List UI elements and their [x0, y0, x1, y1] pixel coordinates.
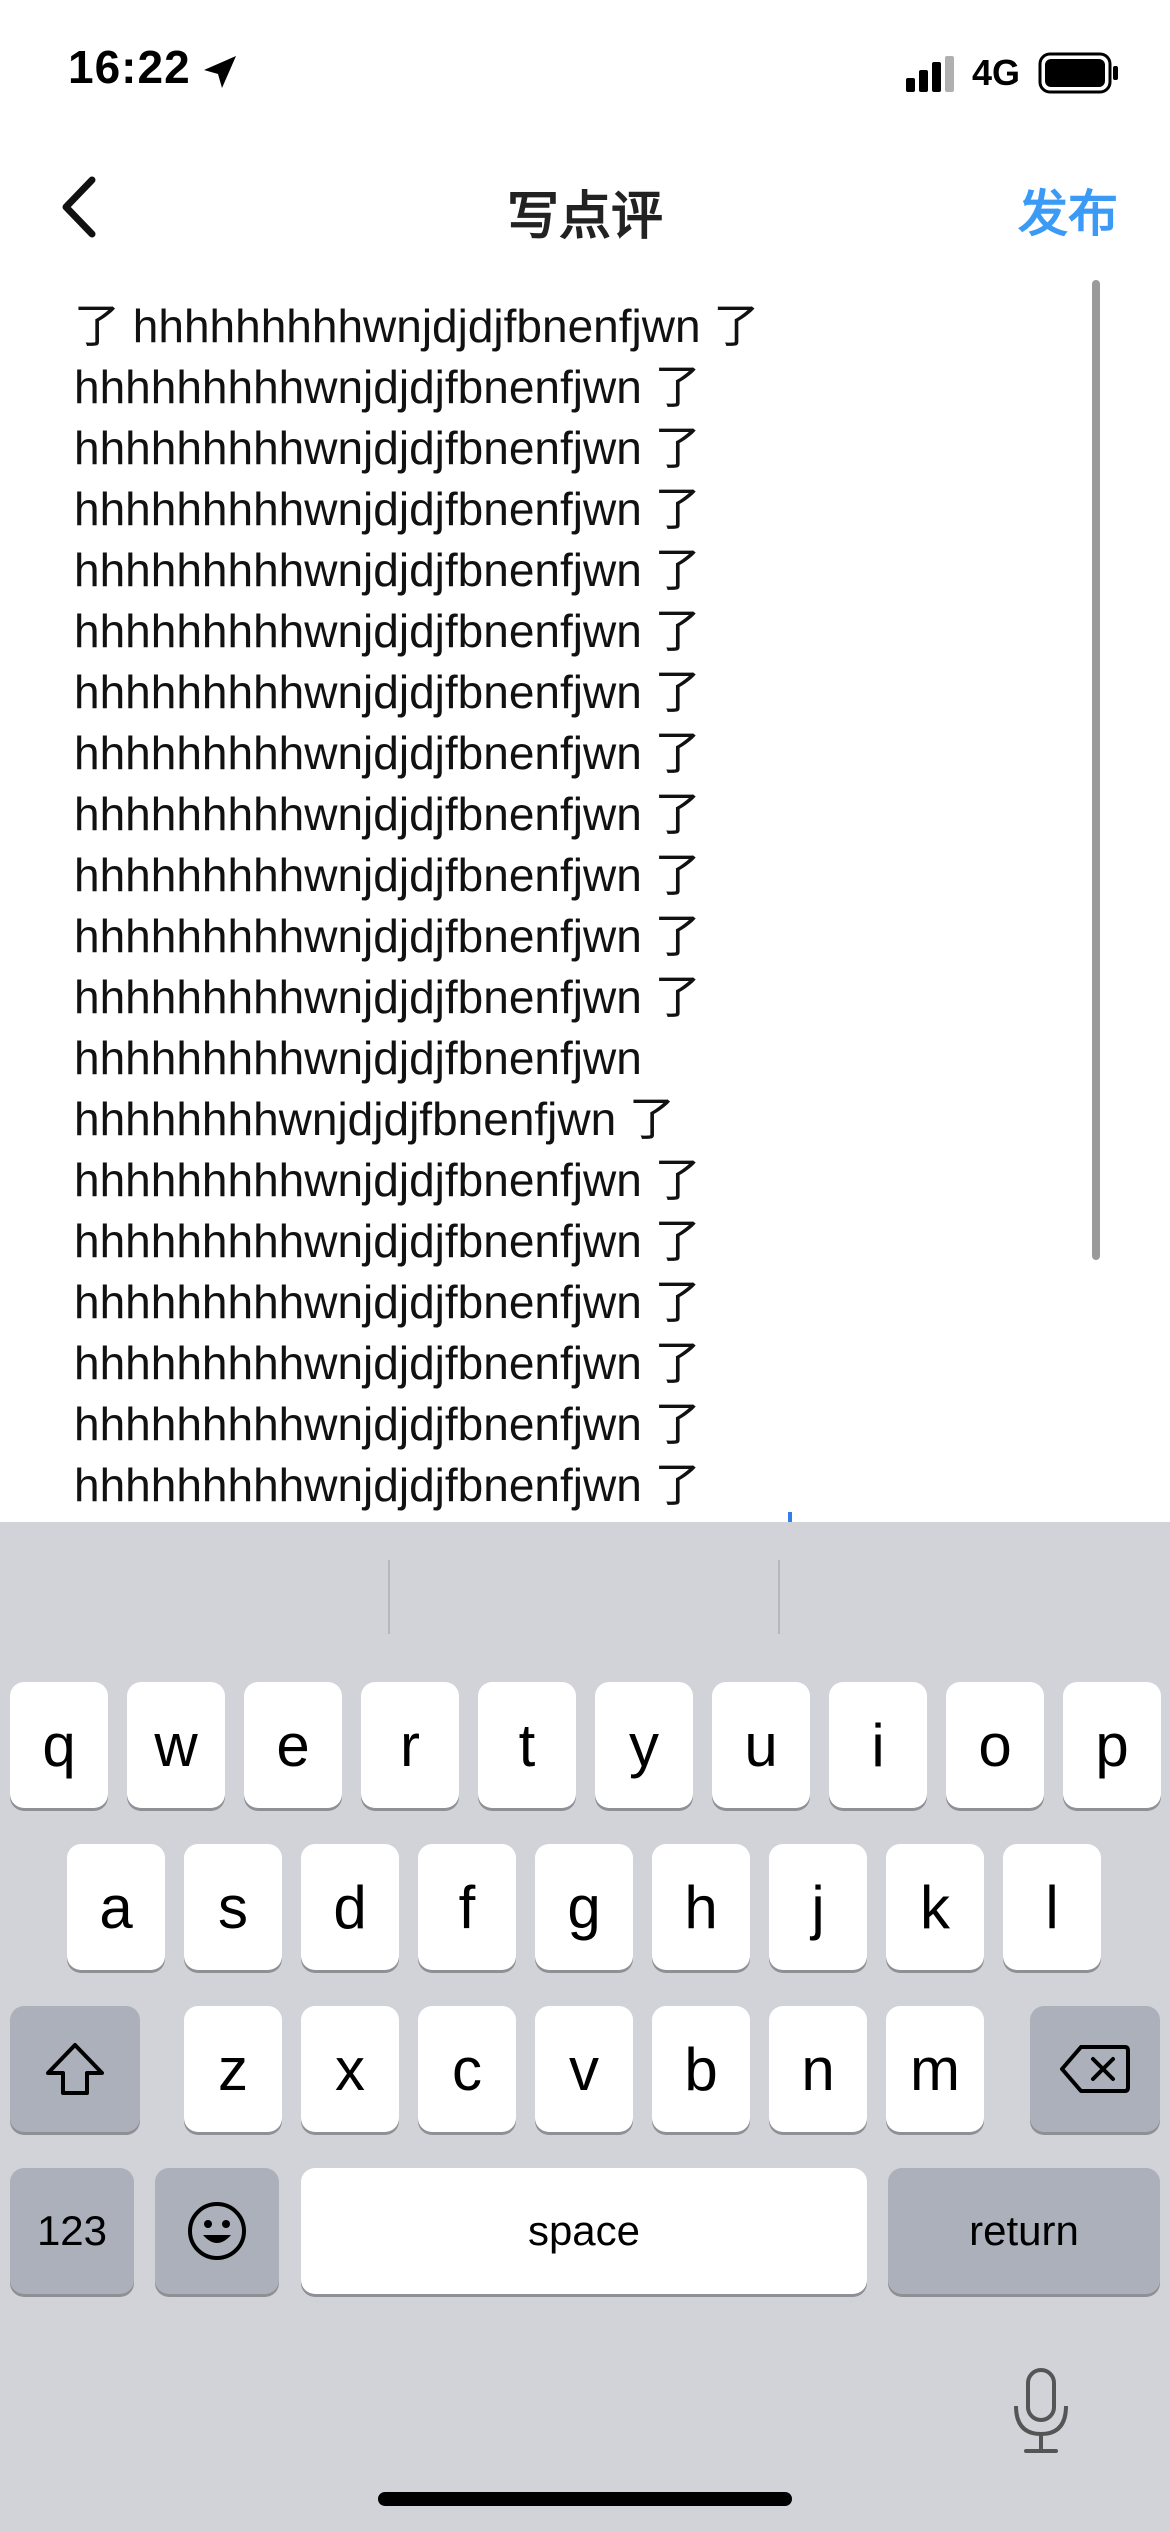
key-x[interactable]: x [301, 2006, 399, 2132]
signal-icon [906, 56, 954, 92]
text-line: hhhhhhhhhwnjdjdjfbnenfjwn 了 [74, 666, 701, 718]
numbers-key[interactable]: 123 [10, 2168, 134, 2294]
key-h[interactable]: h [652, 1844, 750, 1970]
text-line: hhhhhhhhhwnjdjdjfbnenfjwn 了 [74, 422, 701, 474]
editor-scrollbar[interactable] [1092, 280, 1100, 1260]
key-a[interactable]: a [67, 1844, 165, 1970]
nav-bar: 写点评 发布 [0, 140, 1170, 270]
space-key[interactable]: space [301, 2168, 867, 2294]
key-b[interactable]: b [652, 2006, 750, 2132]
text-line: hhhhhhhhhwnjdjdjfbnenfjwn 了 [74, 361, 701, 413]
emoji-face-icon [188, 2202, 246, 2260]
network-type-label: 4G [972, 52, 1021, 93]
key-e[interactable]: e [244, 1682, 342, 1808]
page-title: 写点评 [506, 187, 663, 247]
text-line: hhhhhhhhwnjdjdjfbnenfjwn 了 [74, 1093, 675, 1145]
text-line: hhhhhhhhhwnjdjdjfbnenfjwn 了 [74, 1459, 701, 1511]
status-time: 16:22 [68, 41, 191, 93]
editor-content: 了 hhhhhhhhhwnjdjdjfbnenfjwn 了 hhhhhhhhhw… [74, 296, 1074, 1516]
key-q[interactable]: q [10, 1682, 108, 1808]
text-line: hhhhhhhhhwnjdjdjfbnenfjwn 了 [74, 849, 701, 901]
text-line: hhhhhhhhhwnjdjdjfbnenfjwn 了 [74, 605, 701, 657]
key-w[interactable]: w [127, 1682, 225, 1808]
text-line: hhhhhhhhhwnjdjdjfbnenfjwn 了 [74, 727, 701, 779]
text-caret [788, 1512, 792, 1522]
key-d[interactable]: d [301, 1844, 399, 1970]
key-l[interactable]: l [1003, 1844, 1101, 1970]
battery-icon [1038, 52, 1118, 94]
key-y[interactable]: y [595, 1682, 693, 1808]
emoji-key[interactable] [155, 2168, 279, 2294]
return-key[interactable]: return [888, 2168, 1160, 2294]
delete-key[interactable] [1030, 2006, 1160, 2132]
home-indicator[interactable] [378, 2492, 792, 2506]
text-line: hhhhhhhhhwnjdjdjfbnenfjwn 了 [74, 971, 701, 1023]
key-g[interactable]: g [535, 1844, 633, 1970]
key-t[interactable]: t [478, 1682, 576, 1808]
text-line: 了 hhhhhhhhhwnjdjdjfbnenfjwn 了 [74, 300, 760, 352]
shift-arrow-icon [46, 2043, 104, 2095]
key-f[interactable]: f [418, 1844, 516, 1970]
key-m[interactable]: m [886, 2006, 984, 2132]
text-line: hhhhhhhhhwnjdjdjfbnenfjwn 了 [74, 1276, 701, 1328]
text-line: hhhhhhhhhwnjdjdjfbnenfjwn 了 [74, 1337, 701, 1389]
text-line: hhhhhhhhhwnjdjdjfbnenfjwn 了 [74, 1154, 701, 1206]
keyboard: q w e r t y u i o p a s d f g h j k l z … [0, 1522, 1170, 2532]
text-line: hhhhhhhhhwnjdjdjfbnenfjwn 了 [74, 1398, 701, 1450]
text-line: hhhhhhhhhwnjdjdjfbnenfjwn [74, 1032, 642, 1084]
text-line: hhhhhhhhhwnjdjdjfbnenfjwn 了 [74, 544, 701, 596]
microphone-icon[interactable] [1010, 2366, 1072, 2456]
location-arrow-icon [204, 56, 236, 88]
key-i[interactable]: i [829, 1682, 927, 1808]
key-k[interactable]: k [886, 1844, 984, 1970]
text-line: hhhhhhhhhwnjdjdjfbnenfjwn 了 [74, 1215, 701, 1267]
key-o[interactable]: o [946, 1682, 1044, 1808]
text-line: hhhhhhhhhwnjdjdjfbnenfjwn 了 [74, 483, 701, 535]
shift-key[interactable] [10, 2006, 140, 2132]
suggestion-divider [388, 1560, 390, 1634]
key-z[interactable]: z [184, 2006, 282, 2132]
publish-button[interactable]: 发布 [1018, 174, 1118, 246]
key-v[interactable]: v [535, 2006, 633, 2132]
text-line: hhhhhhhhhwnjdjdjfbnenfjwn 了 [74, 910, 701, 962]
text-line: hhhhhhhhhwnjdjdjfbnenfjwn 了 [74, 788, 701, 840]
review-text-editor[interactable]: 了 hhhhhhhhhwnjdjdjfbnenfjwn 了 hhhhhhhhhw… [0, 280, 1170, 1522]
suggestion-bar[interactable] [0, 1522, 1170, 1642]
key-j[interactable]: j [769, 1844, 867, 1970]
backspace-icon [1060, 2045, 1130, 2093]
status-bar: 16:22 4G [0, 0, 1170, 140]
key-r[interactable]: r [361, 1682, 459, 1808]
key-u[interactable]: u [712, 1682, 810, 1808]
key-n[interactable]: n [769, 2006, 867, 2132]
key-p[interactable]: p [1063, 1682, 1161, 1808]
key-s[interactable]: s [184, 1844, 282, 1970]
key-c[interactable]: c [418, 2006, 516, 2132]
suggestion-divider [778, 1560, 780, 1634]
